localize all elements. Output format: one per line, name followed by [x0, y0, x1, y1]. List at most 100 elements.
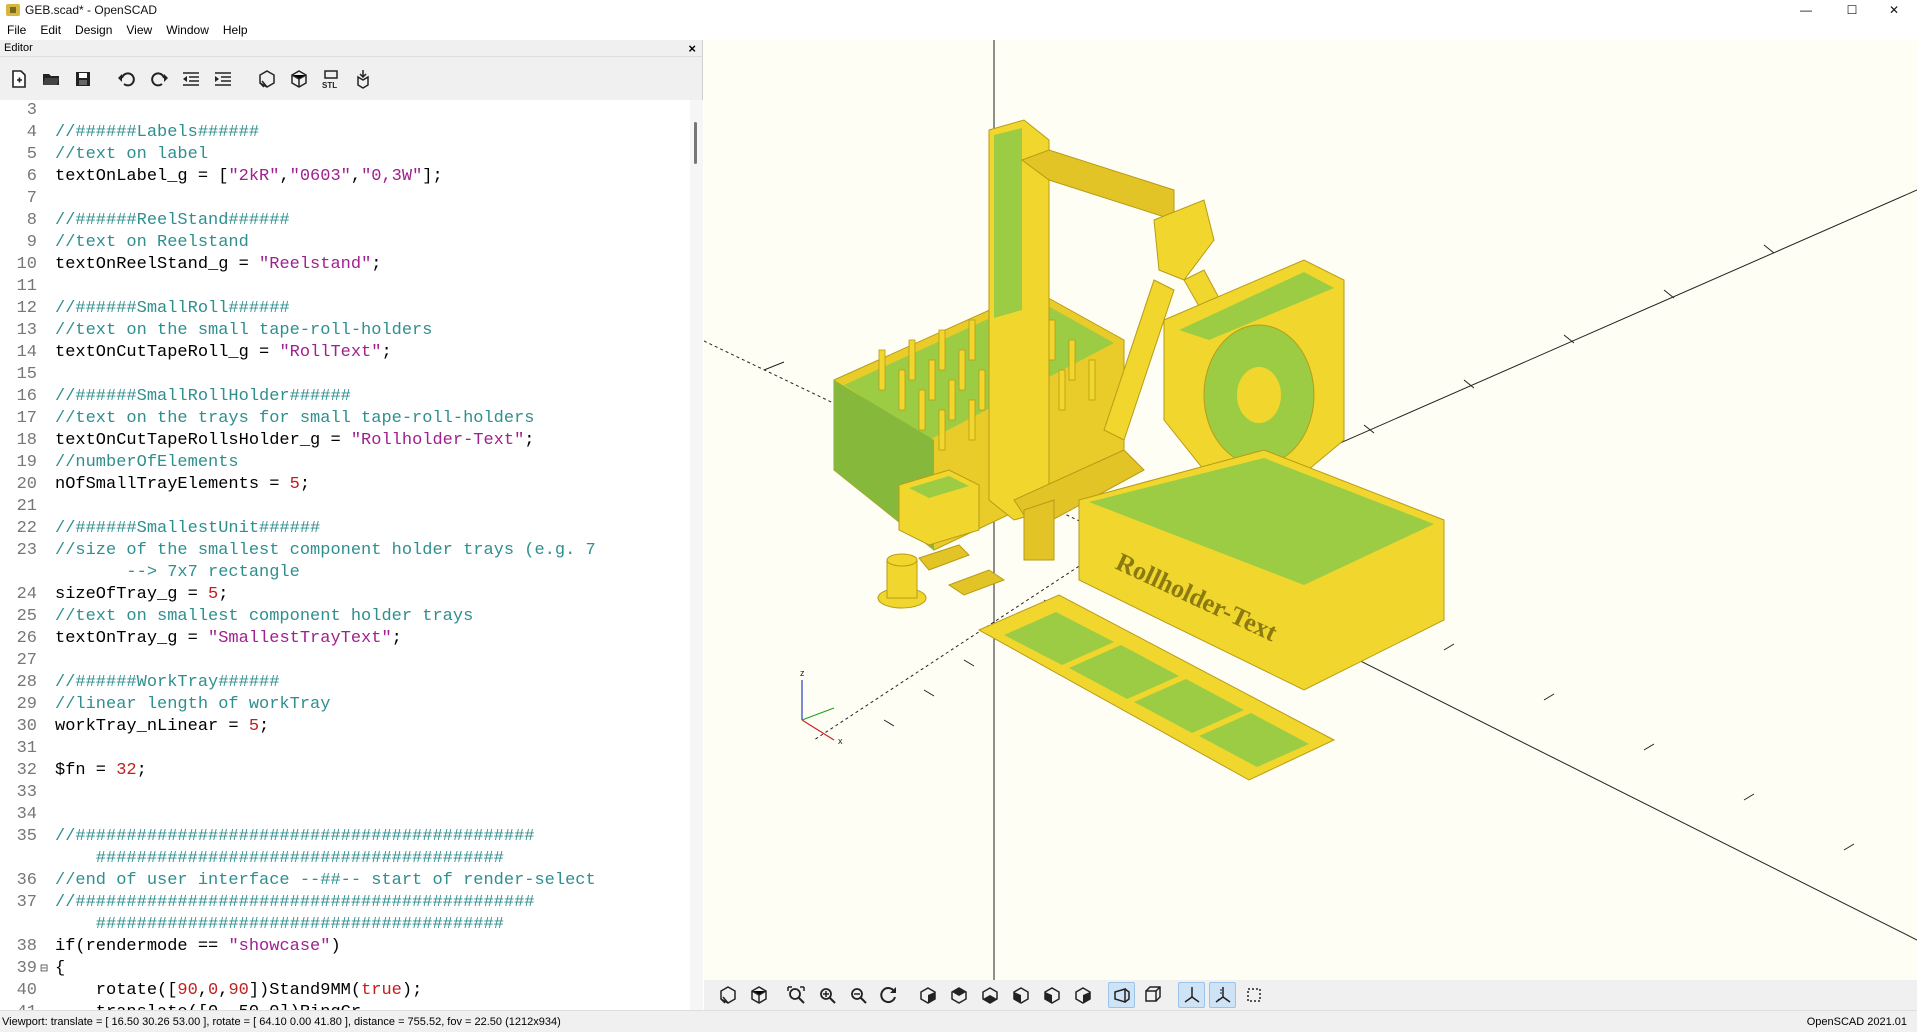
line-text[interactable]: textOnTray_g = "SmallestTrayText"; — [51, 628, 402, 650]
line-text[interactable]: //######SmallestUnit###### — [51, 518, 320, 540]
line-text[interactable]: //size of the smallest component holder … — [51, 540, 596, 584]
show-scale-icon[interactable] — [1209, 982, 1236, 1008]
code-line[interactable]: 39 ⊟{ — [0, 958, 690, 980]
save-icon[interactable] — [70, 66, 96, 92]
line-text[interactable]: textOnReelStand_g = "Reelstand"; — [51, 254, 381, 276]
code-line[interactable]: 20 nOfSmallTrayElements = 5; — [0, 474, 690, 496]
maximize-button[interactable]: ☐ — [1829, 0, 1875, 19]
editor-vertical-scrollbar[interactable] — [690, 100, 703, 1010]
line-text[interactable] — [51, 496, 55, 518]
code-line[interactable]: 19 //numberOfElements — [0, 452, 690, 474]
line-text[interactable]: //text on label — [51, 144, 208, 166]
menu-window[interactable]: Window — [159, 23, 216, 37]
code-line[interactable]: 18 textOnCutTapeRollsHolder_g = "Rollhold… — [0, 430, 690, 452]
code-line[interactable]: 41 translate([0,-50,0])RingCr... — [0, 1002, 690, 1010]
line-text[interactable]: textOnLabel_g = ["2kR","0603","0,3W"]; — [51, 166, 443, 188]
menu-help[interactable]: Help — [216, 23, 255, 37]
code-line[interactable]: 5 //text on label — [0, 144, 690, 166]
open-file-icon[interactable] — [38, 66, 64, 92]
line-text[interactable] — [51, 188, 55, 210]
view-back-icon[interactable] — [1069, 982, 1096, 1008]
menu-file[interactable]: File — [0, 23, 33, 37]
line-text[interactable]: //text on smallest component holder tray… — [51, 606, 473, 628]
code-editor[interactable]: 3 4 //######Labels###### 5//text on label 6 t… — [0, 100, 703, 1010]
menu-edit[interactable]: Edit — [33, 23, 68, 37]
line-text[interactable]: //end of user interface --##-- start of … — [51, 870, 596, 892]
code-line[interactable]: 13 //text on the small tape-roll-holders — [0, 320, 690, 342]
line-text[interactable]: { — [51, 958, 65, 980]
line-text[interactable]: //######ReelStand###### — [51, 210, 290, 232]
view-bottom-icon[interactable] — [976, 982, 1003, 1008]
code-line[interactable]: 31 — [0, 738, 690, 760]
send-to-print-icon[interactable] — [350, 66, 376, 92]
view-left-icon[interactable] — [1007, 982, 1034, 1008]
show-edges-icon[interactable] — [1240, 982, 1267, 1008]
editor-close-button[interactable]: × — [688, 41, 696, 56]
code-line[interactable]: 28 //######WorkTray###### — [0, 672, 690, 694]
line-text[interactable]: //text on the trays for small tape-roll-… — [51, 408, 534, 430]
line-text[interactable] — [51, 100, 55, 122]
code-line[interactable]: 32 $fn = 32; — [0, 760, 690, 782]
code-line[interactable]: 30 workTray_nLinear = 5; — [0, 716, 690, 738]
line-text[interactable]: //######Labels###### — [51, 122, 259, 144]
orthogonal-icon[interactable] — [1139, 982, 1166, 1008]
code-line[interactable]: 12 //######SmallRoll###### — [0, 298, 690, 320]
render-icon[interactable] — [286, 66, 312, 92]
menu-design[interactable]: Design — [68, 23, 119, 37]
code-line[interactable]: 38 if(rendermode == "showcase") — [0, 936, 690, 958]
view-front-icon[interactable] — [1038, 982, 1065, 1008]
export-stl-icon[interactable]: STL — [318, 66, 344, 92]
code-line[interactable]: 26 textOnTray_g = "SmallestTrayText"; — [0, 628, 690, 650]
line-text[interactable] — [51, 364, 55, 386]
code-line[interactable]: 27 — [0, 650, 690, 672]
line-text[interactable]: //######SmallRoll###### — [51, 298, 290, 320]
line-text[interactable]: translate([0,-50,0])RingCr... — [51, 1002, 392, 1010]
code-line[interactable]: 22 //######SmallestUnit###### — [0, 518, 690, 540]
line-text[interactable]: sizeOfTray_g = 5; — [51, 584, 228, 606]
fold-marker[interactable]: ⊟ — [37, 958, 51, 980]
perspective-icon[interactable] — [1108, 982, 1135, 1008]
code-line[interactable]: 17 //text on the trays for small tape-rol… — [0, 408, 690, 430]
code-line[interactable]: 25 //text on smallest component holder tr… — [0, 606, 690, 628]
3d-viewport[interactable]: z x Rollholder-Text — [704, 40, 1917, 980]
line-text[interactable]: textOnCutTapeRoll_g = "RollText"; — [51, 342, 392, 364]
line-text[interactable] — [51, 782, 55, 804]
code-line[interactable]: 3 — [0, 100, 690, 122]
code-line[interactable]: 6 textOnLabel_g = ["2kR","0603","0,3W"]; — [0, 166, 690, 188]
code-line[interactable]: 35 //####################################… — [0, 826, 690, 870]
minimize-button[interactable]: — — [1783, 0, 1829, 19]
line-text[interactable]: //text on the small tape-roll-holders — [51, 320, 432, 342]
render-icon[interactable] — [745, 982, 772, 1008]
code-line[interactable]: 36 //end of user interface --##-- start o… — [0, 870, 690, 892]
indent-icon[interactable] — [210, 66, 236, 92]
code-line[interactable]: 23 //size of the smallest component holde… — [0, 540, 690, 584]
new-file-icon[interactable] — [6, 66, 32, 92]
line-text[interactable]: nOfSmallTrayElements = 5; — [51, 474, 310, 496]
zoom-in-icon[interactable] — [813, 982, 840, 1008]
line-text[interactable]: //######SmallRollHolder###### — [51, 386, 351, 408]
preview-icon[interactable] — [254, 66, 280, 92]
preview-icon[interactable] — [714, 982, 741, 1008]
line-text[interactable]: //linear length of workTray — [51, 694, 330, 716]
code-line[interactable]: 40 rotate([90,0,90])Stand9MM(true); — [0, 980, 690, 1002]
show-axes-icon[interactable] — [1178, 982, 1205, 1008]
reset-view-icon[interactable] — [875, 982, 902, 1008]
line-text[interactable]: rotate([90,0,90])Stand9MM(true); — [51, 980, 422, 1002]
code-line[interactable]: 15 — [0, 364, 690, 386]
code-line[interactable]: 14 textOnCutTapeRoll_g = "RollText"; — [0, 342, 690, 364]
code-lines[interactable]: 3 4 //######Labels###### 5//text on label 6 t… — [0, 100, 690, 1010]
code-line[interactable]: 37 //####################################… — [0, 892, 690, 936]
line-text[interactable] — [51, 804, 55, 826]
line-text[interactable] — [51, 650, 55, 672]
view-right-icon[interactable] — [914, 982, 941, 1008]
code-line[interactable]: 34 — [0, 804, 690, 826]
line-text[interactable] — [51, 738, 55, 760]
undo-icon[interactable] — [114, 66, 140, 92]
line-text[interactable]: $fn = 32; — [51, 760, 147, 782]
code-line[interactable]: 29 //linear length of workTray — [0, 694, 690, 716]
line-text[interactable]: //######WorkTray###### — [51, 672, 279, 694]
code-line[interactable]: 24 sizeOfTray_g = 5; — [0, 584, 690, 606]
code-line[interactable]: 33 — [0, 782, 690, 804]
line-text[interactable] — [51, 276, 55, 298]
code-line[interactable]: 8 //######ReelStand###### — [0, 210, 690, 232]
